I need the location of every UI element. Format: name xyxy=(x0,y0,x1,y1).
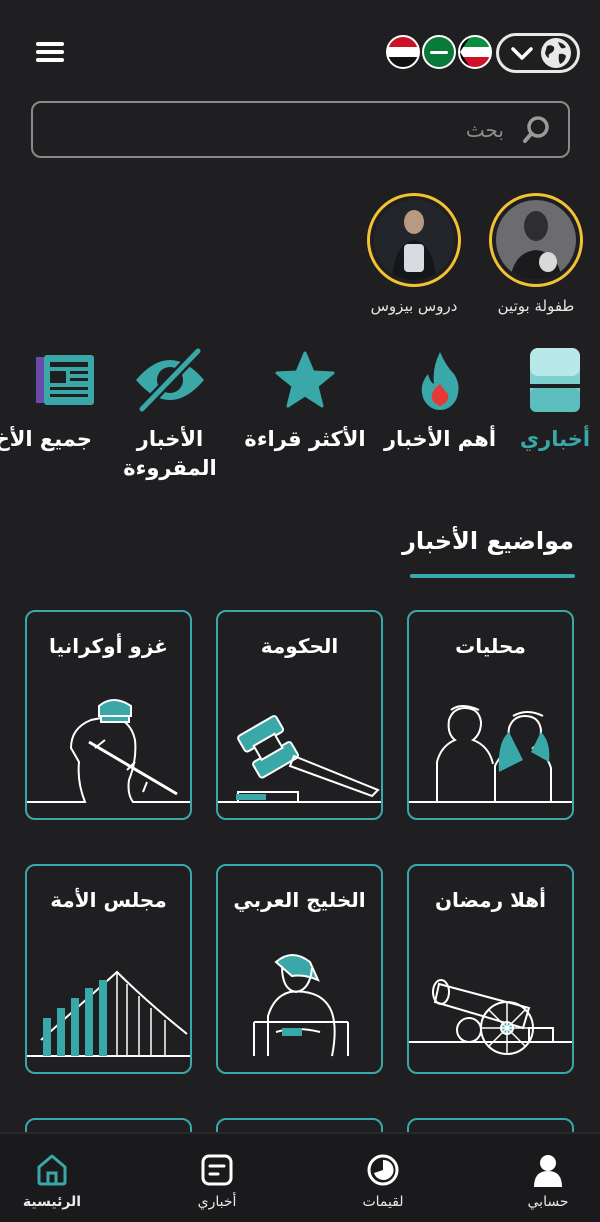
star-icon xyxy=(275,351,335,408)
topic-card-government[interactable]: الحكومة xyxy=(216,610,383,820)
category-label: جميع الأخ xyxy=(0,427,92,451)
cannon-icon xyxy=(409,979,572,1055)
gavel-icon xyxy=(218,715,381,803)
topic-title: الحكومة xyxy=(260,634,339,658)
category-all-news[interactable]: جميع الأخ xyxy=(0,345,96,454)
kuwait-flag-icon[interactable] xyxy=(458,35,492,69)
news-card-icon xyxy=(201,1154,233,1186)
globe-icon xyxy=(541,38,571,68)
topic-card-ramadan[interactable]: أهلا رمضان xyxy=(407,864,574,1074)
topic-title: مجلس الأمة xyxy=(50,888,167,912)
story-caption: طفولة بوتين xyxy=(497,297,575,315)
category-label: أخباري xyxy=(519,427,591,451)
story-thumbnail xyxy=(374,200,454,280)
nav-home[interactable]: الرئيسية xyxy=(0,1152,112,1210)
search-icon[interactable] xyxy=(522,115,552,145)
soldier-icon xyxy=(27,699,190,803)
topic-title: الخليج العربي xyxy=(233,888,366,912)
nav-values[interactable]: لقيمات xyxy=(323,1152,443,1210)
parliament-icon xyxy=(27,970,190,1057)
user-icon xyxy=(534,1155,562,1187)
home-icon xyxy=(37,1154,67,1186)
section-underline xyxy=(410,574,575,578)
category-label: الأخبار المقروءة xyxy=(123,427,217,481)
topic-title: محليات xyxy=(455,634,526,658)
topic-card-locals[interactable]: محليات xyxy=(407,610,574,820)
story-ring xyxy=(489,193,583,287)
newspaper-icon xyxy=(36,355,94,405)
my-news-icon xyxy=(530,348,580,412)
topic-title: أهلا رمضان xyxy=(434,888,547,912)
menu-button[interactable] xyxy=(34,38,66,66)
nav-account[interactable]: حسابي xyxy=(488,1152,600,1210)
pie-clock-icon xyxy=(367,1154,399,1186)
story-item[interactable]: طفولة بوتين xyxy=(471,193,600,315)
eye-off-icon xyxy=(136,347,204,413)
flame-icon xyxy=(421,352,459,410)
region-selector[interactable] xyxy=(496,33,580,73)
topic-card-ukraine[interactable]: غزو أوكرانيا xyxy=(25,610,192,820)
story-ring xyxy=(367,193,461,287)
chevron-down-icon xyxy=(511,47,533,60)
nav-label: حسابي xyxy=(527,1194,569,1210)
saudi-flag-icon[interactable] xyxy=(422,35,456,69)
section-title: مواضيع الأخبار xyxy=(402,527,574,555)
menu-line xyxy=(36,58,64,62)
men-illustration-icon xyxy=(409,705,572,803)
nav-label: أخباري xyxy=(197,1194,237,1210)
nav-label: الرئيسية xyxy=(22,1194,82,1210)
bottom-navigation: حسابي لقيمات أخباري الرئيسية xyxy=(0,1132,600,1222)
topic-title: غزو أوكرانيا xyxy=(49,634,168,658)
category-top-news[interactable]: أهم الأخبار xyxy=(380,345,500,454)
search-input[interactable] xyxy=(84,117,504,142)
nav-my-news[interactable]: أخباري xyxy=(157,1152,277,1210)
egypt-flag-icon[interactable] xyxy=(386,35,420,69)
category-label: الأكثر قراءة xyxy=(244,427,366,451)
story-caption: دروس بيزوس xyxy=(370,297,458,315)
category-label: أهم الأخبار xyxy=(383,427,497,451)
menu-line xyxy=(36,42,64,46)
story-item[interactable]: دروس بيزوس xyxy=(349,193,479,315)
category-most-read[interactable]: الأكثر قراءة xyxy=(240,345,370,454)
story-thumbnail xyxy=(496,200,576,280)
category-read-news[interactable]: الأخبار المقروءة xyxy=(110,345,230,484)
topic-card-gulf[interactable]: الخليج العربي xyxy=(216,864,383,1074)
menu-line xyxy=(36,50,64,54)
category-my-news[interactable]: أخباري xyxy=(510,345,600,454)
topic-card-parliament[interactable]: مجلس الأمة xyxy=(25,864,192,1074)
search-bar[interactable] xyxy=(31,101,570,158)
seated-man-icon xyxy=(253,954,349,1057)
nav-label: لقيمات xyxy=(362,1194,404,1210)
